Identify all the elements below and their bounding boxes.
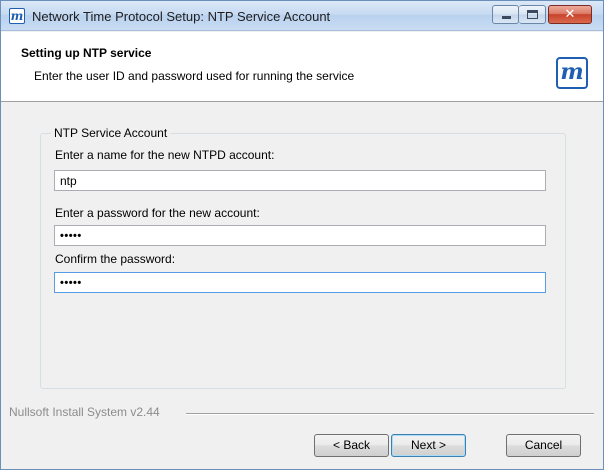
account-name-label: Enter a name for the new NTPD account:: [55, 148, 275, 162]
ntp-logo: m: [556, 57, 588, 89]
confirm-password-label: Confirm the password:: [55, 252, 176, 266]
cancel-button[interactable]: Cancel: [506, 434, 581, 457]
password-label: Enter a password for the new account:: [55, 206, 260, 220]
group-label: NTP Service Account: [51, 126, 171, 140]
account-name-input[interactable]: ntp: [54, 170, 546, 191]
close-icon: ✕: [564, 7, 576, 22]
page-subtitle: Enter the user ID and password used for …: [34, 69, 355, 83]
back-button[interactable]: < Back: [314, 434, 389, 457]
minimize-icon: [502, 16, 511, 19]
next-button[interactable]: Next >: [391, 434, 466, 457]
page-header: Setting up NTP service Enter the user ID…: [1, 32, 603, 102]
installer-brand: Nullsoft Install System v2.44: [9, 405, 160, 419]
ntp-logo-icon: m: [9, 8, 25, 24]
title-bar[interactable]: m Network Time Protocol Setup: NTP Servi…: [1, 1, 603, 31]
maximize-icon: [527, 10, 538, 19]
footer-divider: [186, 413, 594, 414]
window-title: Network Time Protocol Setup: NTP Service…: [32, 9, 331, 24]
installer-window: m Network Time Protocol Setup: NTP Servi…: [0, 0, 604, 470]
confirm-password-input[interactable]: •••••: [54, 272, 546, 293]
password-input[interactable]: •••••: [54, 225, 546, 246]
maximize-button[interactable]: [519, 5, 546, 24]
minimize-button[interactable]: [492, 5, 519, 24]
page-title: Setting up NTP service: [21, 46, 152, 60]
close-button[interactable]: ✕: [548, 5, 592, 24]
